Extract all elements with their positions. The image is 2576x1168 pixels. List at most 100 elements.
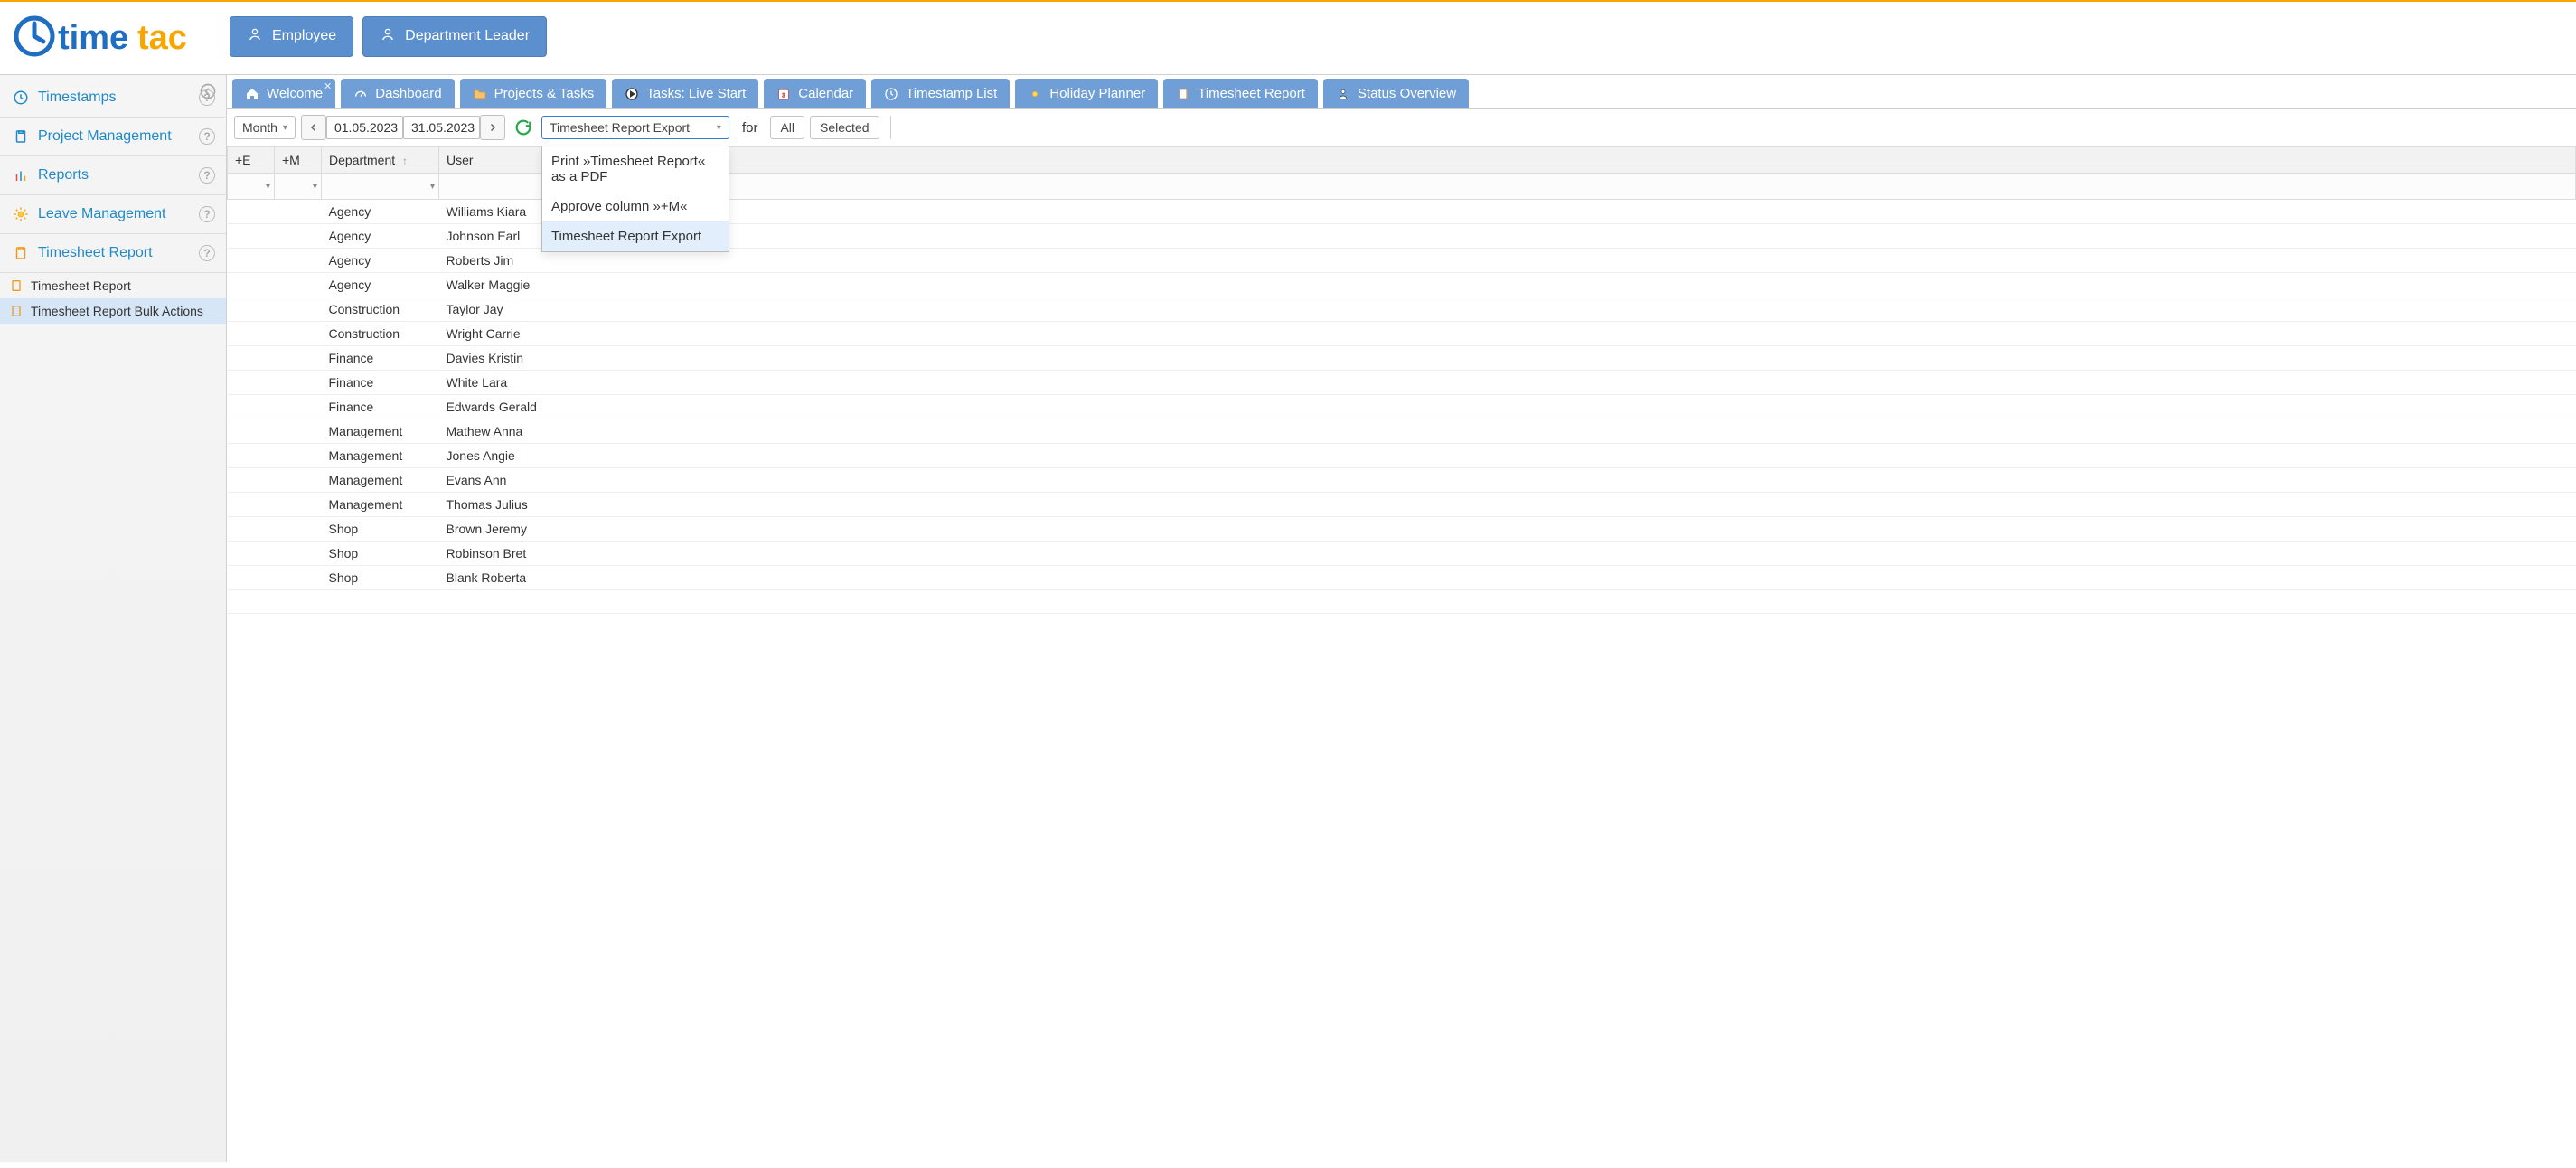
help-icon[interactable]: ? xyxy=(199,167,215,184)
export-dropdown-menu: Print »Timesheet Report« as a PDFApprove… xyxy=(541,146,729,252)
cell-user: White Lara xyxy=(439,371,2576,395)
chevron-down-icon: ▾ xyxy=(430,182,435,192)
tab-welcome[interactable]: Welcome✕ xyxy=(232,79,335,108)
scope-selected-button[interactable]: Selected xyxy=(810,116,879,139)
role-employee-button[interactable]: Employee xyxy=(230,16,353,57)
cell-user: Edwards Gerald xyxy=(439,395,2576,419)
filter-m[interactable]: ▾ xyxy=(275,174,322,200)
filter-user[interactable] xyxy=(439,174,2576,200)
role-label: Employee xyxy=(272,28,336,44)
sidebar-item-label: Project Management xyxy=(38,128,172,145)
help-icon[interactable]: ? xyxy=(199,206,215,222)
sidebar-subitem-timesheet-report[interactable]: Timesheet Report xyxy=(0,273,226,298)
cell-department: Agency xyxy=(322,224,439,249)
filter-e[interactable]: ▾ xyxy=(228,174,275,200)
role-dept-leader-button[interactable]: Department Leader xyxy=(362,16,547,57)
tab-projects[interactable]: Projects & Tasks xyxy=(460,79,607,108)
cell-department: Agency xyxy=(322,273,439,297)
chevron-down-icon: ▾ xyxy=(283,123,287,133)
table-row xyxy=(228,590,2576,614)
tab-status[interactable]: Status Overview xyxy=(1323,79,1469,108)
prev-period-button[interactable] xyxy=(301,115,326,140)
sidebar-item-label: Leave Management xyxy=(38,206,165,222)
clipboard-icon xyxy=(13,245,29,261)
table-row[interactable]: ShopBlank Roberta xyxy=(228,566,2576,590)
tab-dashboard[interactable]: Dashboard xyxy=(341,79,454,108)
tab-holiday[interactable]: Holiday Planner xyxy=(1015,79,1158,108)
for-label: for xyxy=(735,120,766,136)
close-icon[interactable]: ✕ xyxy=(324,80,332,92)
sun-icon xyxy=(13,206,29,222)
cell-department: Management xyxy=(322,468,439,493)
tab-label: Timestamp List xyxy=(906,86,997,101)
col-header-m[interactable]: +M xyxy=(275,147,322,174)
tab-label: Dashboard xyxy=(375,86,441,101)
cell-department: Construction xyxy=(322,322,439,346)
cell-user: Taylor Jay xyxy=(439,297,2576,322)
next-period-button[interactable] xyxy=(480,115,505,140)
cell-department: Shop xyxy=(322,542,439,566)
table-row[interactable]: FinanceDavies Kristin xyxy=(228,346,2576,371)
tab-calendar[interactable]: 3Calendar xyxy=(764,79,866,108)
cell-user: Evans Ann xyxy=(439,468,2576,493)
tab-label: Timesheet Report xyxy=(1198,86,1305,101)
cell-user: Blank Roberta xyxy=(439,566,2576,590)
table-row[interactable]: ManagementJones Angie xyxy=(228,444,2576,468)
col-header-e[interactable]: +E xyxy=(228,147,275,174)
period-label: Month xyxy=(242,120,277,135)
cell-department: Finance xyxy=(322,395,439,419)
cell-department: Agency xyxy=(322,200,439,224)
export-select[interactable]: Timesheet Report Export ▾ xyxy=(541,116,729,139)
svg-text:time: time xyxy=(58,19,128,57)
sidebar-item-timesheet-report[interactable]: Timesheet Report ? xyxy=(0,234,226,273)
export-option[interactable]: Timesheet Report Export xyxy=(542,221,729,251)
cell-user: Jones Angie xyxy=(439,444,2576,468)
table-row[interactable]: ConstructionWright Carrie xyxy=(228,322,2576,346)
divider xyxy=(890,116,891,139)
table-row[interactable]: ManagementMathew Anna xyxy=(228,419,2576,444)
cell-user: Williams Kiara xyxy=(439,200,2576,224)
cell-user: Mathew Anna xyxy=(439,419,2576,444)
help-icon[interactable]: ? xyxy=(199,128,215,145)
tab-tsreport[interactable]: Timesheet Report xyxy=(1163,79,1318,108)
clipboard-icon xyxy=(9,278,24,293)
table-row[interactable]: ShopRobinson Bret xyxy=(228,542,2576,566)
sidebar-item-leave-management[interactable]: Leave Management ? xyxy=(0,195,226,234)
date-to-input[interactable]: 31.05.2023 xyxy=(403,116,480,139)
tab-label: Tasks: Live Start xyxy=(646,86,746,101)
tab-label: Calendar xyxy=(798,86,853,101)
scope-all-button[interactable]: All xyxy=(770,116,804,139)
refresh-button[interactable] xyxy=(511,115,536,140)
tab-tslist[interactable]: Timestamp List xyxy=(871,79,1010,108)
filter-department[interactable]: ▾ xyxy=(322,174,439,200)
cell-user: Thomas Julius xyxy=(439,493,2576,517)
table-row[interactable]: ShopBrown Jeremy xyxy=(228,517,2576,542)
user-icon xyxy=(247,26,263,47)
help-icon[interactable]: ? xyxy=(199,245,215,261)
chevron-down-icon: ▾ xyxy=(717,123,721,133)
period-select[interactable]: Month ▾ xyxy=(234,116,296,139)
col-header-user[interactable]: User xyxy=(439,147,2576,174)
sidebar-item-project-management[interactable]: Project Management ? xyxy=(0,118,226,156)
toolbar: Month ▾ 01.05.2023 31.05.2023 Timesheet … xyxy=(227,109,2576,146)
col-header-department[interactable]: Department ↑ xyxy=(322,147,439,174)
cell-department: Finance xyxy=(322,346,439,371)
help-icon[interactable]: ? xyxy=(199,89,215,106)
table-row[interactable]: ManagementThomas Julius xyxy=(228,493,2576,517)
clock-icon xyxy=(13,89,29,106)
cell-user: Walker Maggie xyxy=(439,273,2576,297)
date-from-input[interactable]: 01.05.2023 xyxy=(326,116,403,139)
table-row[interactable]: AgencyWalker Maggie xyxy=(228,273,2576,297)
table-row[interactable]: FinanceEdwards Gerald xyxy=(228,395,2576,419)
app-logo: time tac xyxy=(13,11,202,61)
sidebar-item-reports[interactable]: Reports ? xyxy=(0,156,226,195)
sidebar-item-timestamps[interactable]: Timestamps ? xyxy=(0,79,226,118)
table-row[interactable]: FinanceWhite Lara xyxy=(228,371,2576,395)
tab-live[interactable]: Tasks: Live Start xyxy=(612,79,758,108)
table-row[interactable]: ManagementEvans Ann xyxy=(228,468,2576,493)
tab-label: Projects & Tasks xyxy=(494,86,595,101)
export-option[interactable]: Print »Timesheet Report« as a PDF xyxy=(542,146,729,192)
table-row[interactable]: ConstructionTaylor Jay xyxy=(228,297,2576,322)
sidebar-subitem-timesheet-bulk[interactable]: Timesheet Report Bulk Actions xyxy=(0,298,226,324)
export-option[interactable]: Approve column »+M« xyxy=(542,192,729,221)
